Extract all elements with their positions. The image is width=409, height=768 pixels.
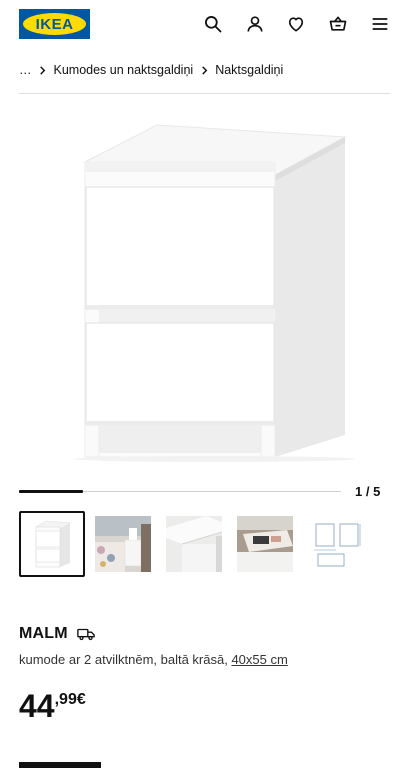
price-integer: 44 [19,688,55,724]
product-price: 44 ,99 € [19,684,86,728]
search-icon[interactable] [201,12,225,36]
thumbnail-5[interactable] [303,511,369,577]
account-icon[interactable] [243,12,267,36]
breadcrumb-ellipsis[interactable]: … [19,63,32,77]
gallery-progress-bar [19,490,341,493]
thumb-bedroom-scene-image [95,516,151,572]
price-currency: € [76,691,86,708]
product-dimensions-link[interactable]: 40x55 cm [231,652,287,667]
add-to-cart-button-edge[interactable] [19,762,101,768]
nightstand-illustration [74,123,355,462]
product-description: kumode ar 2 atvilktnēm, baltā krāsā, 40x… [19,652,288,667]
breadcrumb-item-nightstands[interactable]: Naktsgaldiņi [215,63,283,77]
price-decimals: ,99 [54,691,77,708]
heart-icon[interactable] [284,12,308,36]
chevron-right-icon [32,65,54,75]
chevron-right-icon [193,65,215,75]
thumbnail-1[interactable] [19,511,85,577]
gallery-progress-fill [19,490,84,493]
site-header: IKEA [0,0,409,50]
thumb-corner-detail-image [166,516,222,572]
gallery-counter: 1 / 5 [355,484,381,499]
logo-text: IKEA [35,15,74,33]
thumbnail-strip [19,511,409,577]
main-product-image[interactable] [19,104,390,479]
thumbnail-4[interactable] [232,511,298,577]
product-name-row: MALM [19,625,95,643]
product-description-text: kumode ar 2 atvilktnēm, baltā krāsā, [19,652,228,667]
breadcrumb: … Kumodes un naktsgaldiņi Naktsgaldiņi [19,62,283,78]
thumbnail-3[interactable] [161,511,227,577]
menu-icon[interactable] [368,12,392,36]
breadcrumb-divider [19,93,390,94]
basket-icon[interactable] [326,12,350,36]
delivery-truck-icon [77,628,95,641]
thumb-dimensions-drawing-image [308,516,364,572]
breadcrumb-item-dressers[interactable]: Kumodes un naktsgaldiņi [54,63,194,77]
thumbnail-2[interactable] [90,511,156,577]
ikea-logo[interactable]: IKEA [19,9,90,39]
logo-oval: IKEA [23,13,86,35]
product-name: MALM [19,625,68,642]
thumb-open-drawer-image [237,516,293,572]
thumb-nightstand-image [35,520,71,568]
